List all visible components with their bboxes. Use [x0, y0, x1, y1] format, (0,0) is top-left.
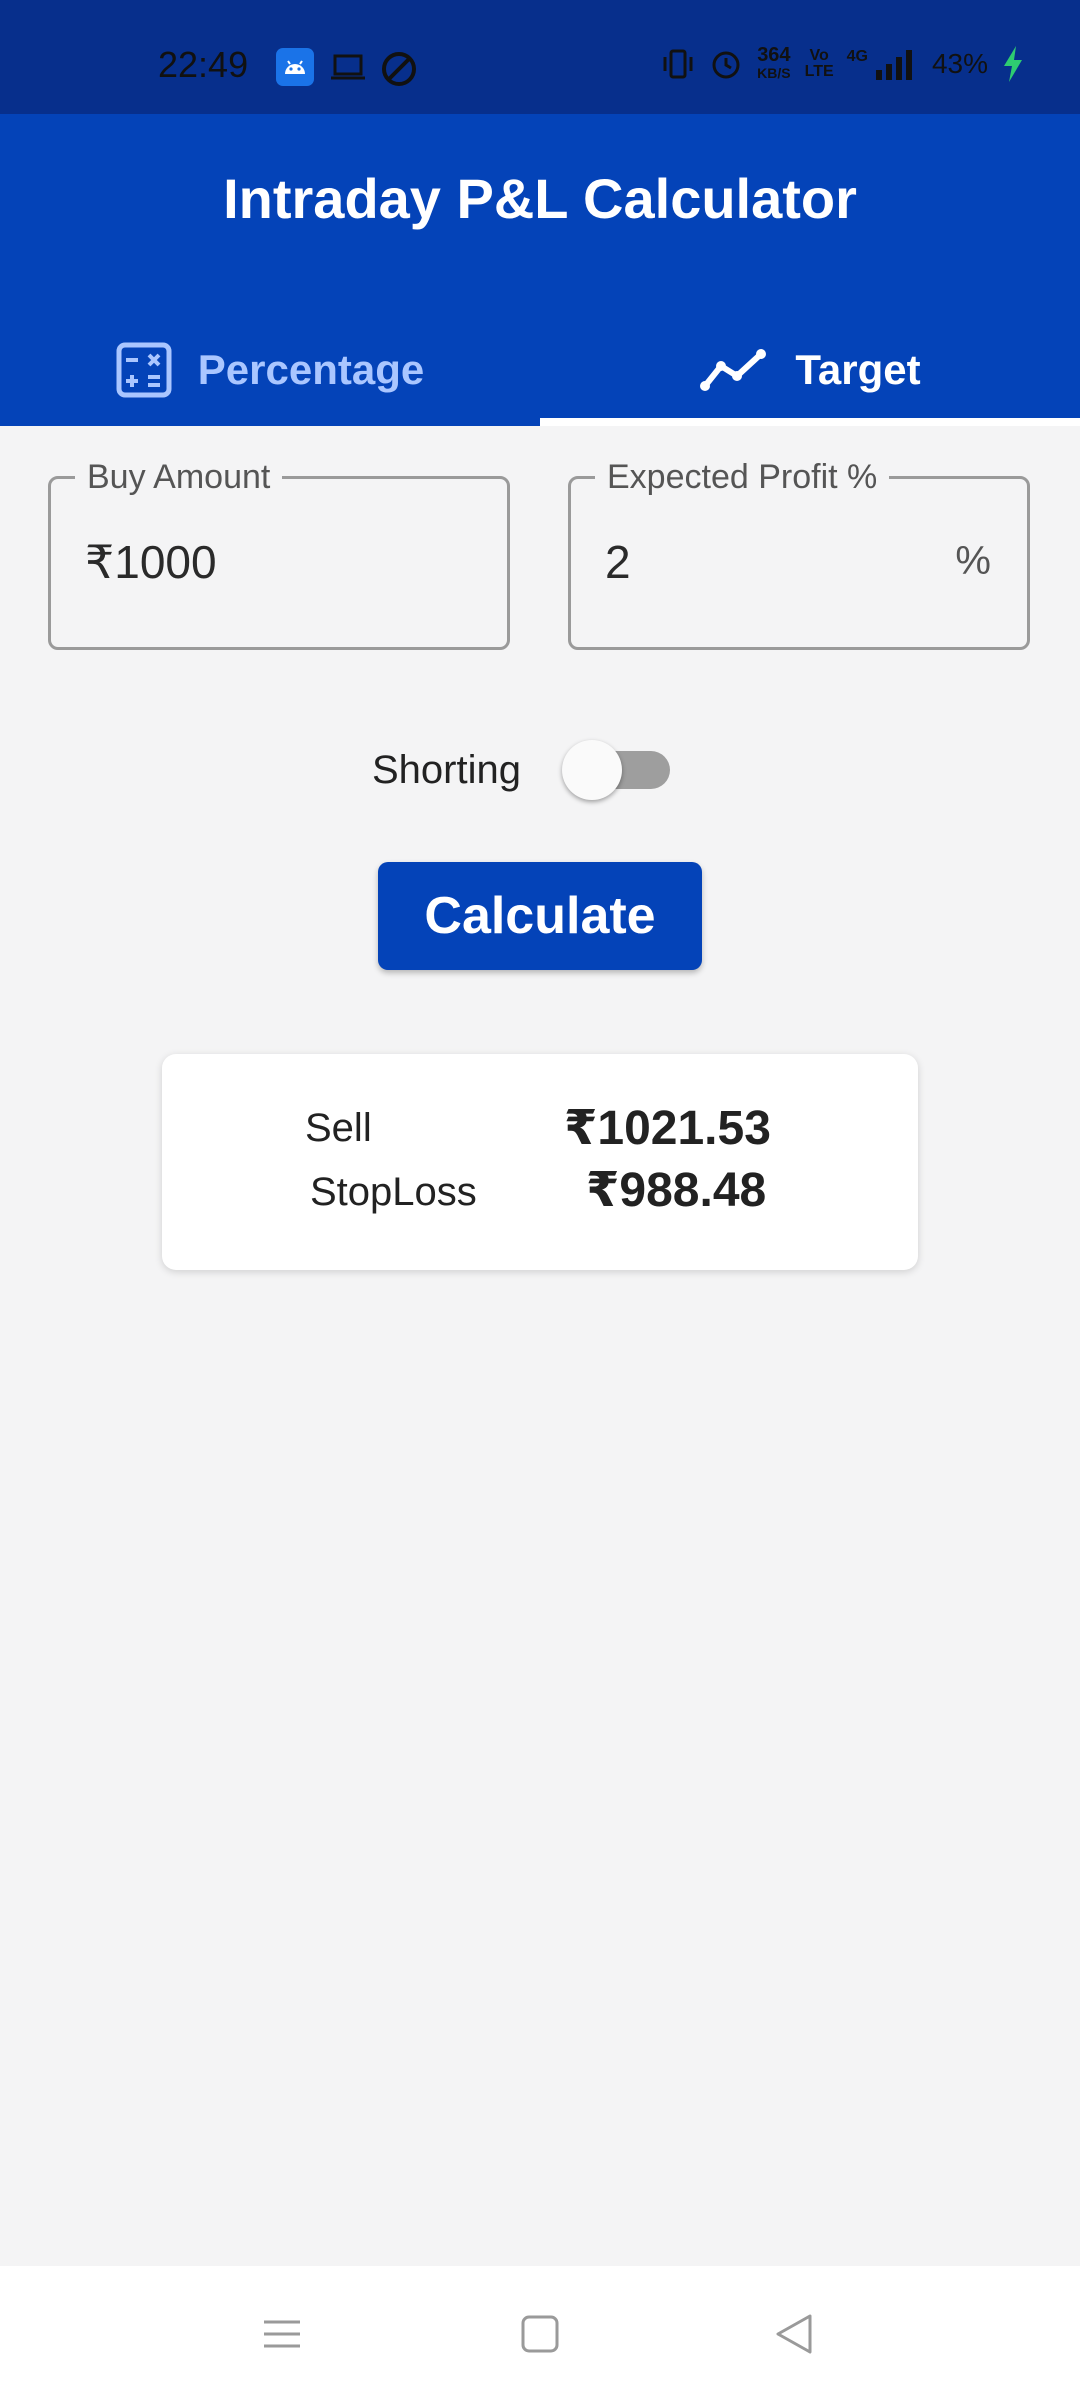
charging-icon [1004, 46, 1022, 82]
stoploss-label: StopLoss [310, 1170, 477, 1214]
calculator-icon [116, 342, 172, 398]
percent-suffix: % [955, 539, 991, 583]
trending-up-icon [700, 349, 767, 391]
expected-profit-field[interactable]: Expected Profit % 2 % [568, 457, 1030, 650]
expected-profit-value[interactable]: 2 [605, 535, 631, 589]
tab-percentage[interactable]: Percentage [0, 314, 540, 426]
app-title: Intraday P&L Calculator [223, 167, 857, 230]
expected-profit-label: Expected Profit % [595, 457, 890, 497]
status-bar: 22:49 364 KB/S Vo LTE 4G 43% [0, 0, 1080, 114]
back-icon[interactable] [772, 2312, 816, 2356]
navigation-bar [0, 2266, 1080, 2400]
shorting-label: Shorting [372, 748, 521, 792]
status-time: 22:49 [158, 44, 249, 85]
sell-label: Sell [305, 1106, 372, 1150]
laptop-icon [331, 54, 365, 80]
buy-amount-value[interactable]: ₹1000 [85, 535, 217, 589]
sell-value: ₹1021.53 [564, 1102, 771, 1155]
tab-target-label: Target [795, 346, 921, 393]
buy-amount-field[interactable]: Buy Amount ₹1000 [48, 457, 510, 650]
signal-icon: 4G [847, 48, 918, 80]
battery-percent: 43% [931, 48, 988, 79]
app-bar: Intraday P&L Calculator Percentage Targe… [0, 114, 1080, 426]
vibrate-icon [663, 49, 693, 79]
result-card: Sell ₹1021.53 StopLoss ₹988.48 [162, 1054, 918, 1270]
calculate-button[interactable]: Calculate [378, 862, 702, 970]
toggle-thumb [562, 740, 622, 800]
buy-amount-label: Buy Amount [75, 457, 283, 497]
menu-icon[interactable] [260, 2312, 304, 2356]
network-speed-unit: KB/S [757, 65, 791, 81]
network-type: 4G [846, 48, 868, 65]
do-not-disturb-icon [382, 52, 416, 86]
status-icons: 364 KB/S Vo LTE 4G 43% [661, 44, 1024, 82]
home-icon[interactable] [518, 2312, 562, 2356]
tab-target[interactable]: Target [540, 314, 1080, 426]
volte-label: Vo LTE [804, 47, 834, 80]
tab-indicator [540, 418, 1080, 426]
tab-percentage-label: Percentage [197, 346, 425, 393]
network-speed-value: 364 [757, 44, 791, 66]
stoploss-value: ₹988.48 [586, 1164, 767, 1217]
alarm-icon [712, 51, 740, 79]
network-speed: 364 KB/S [757, 44, 791, 82]
shorting-row: Shorting [0, 740, 1080, 800]
android-notification-icon [276, 48, 314, 86]
